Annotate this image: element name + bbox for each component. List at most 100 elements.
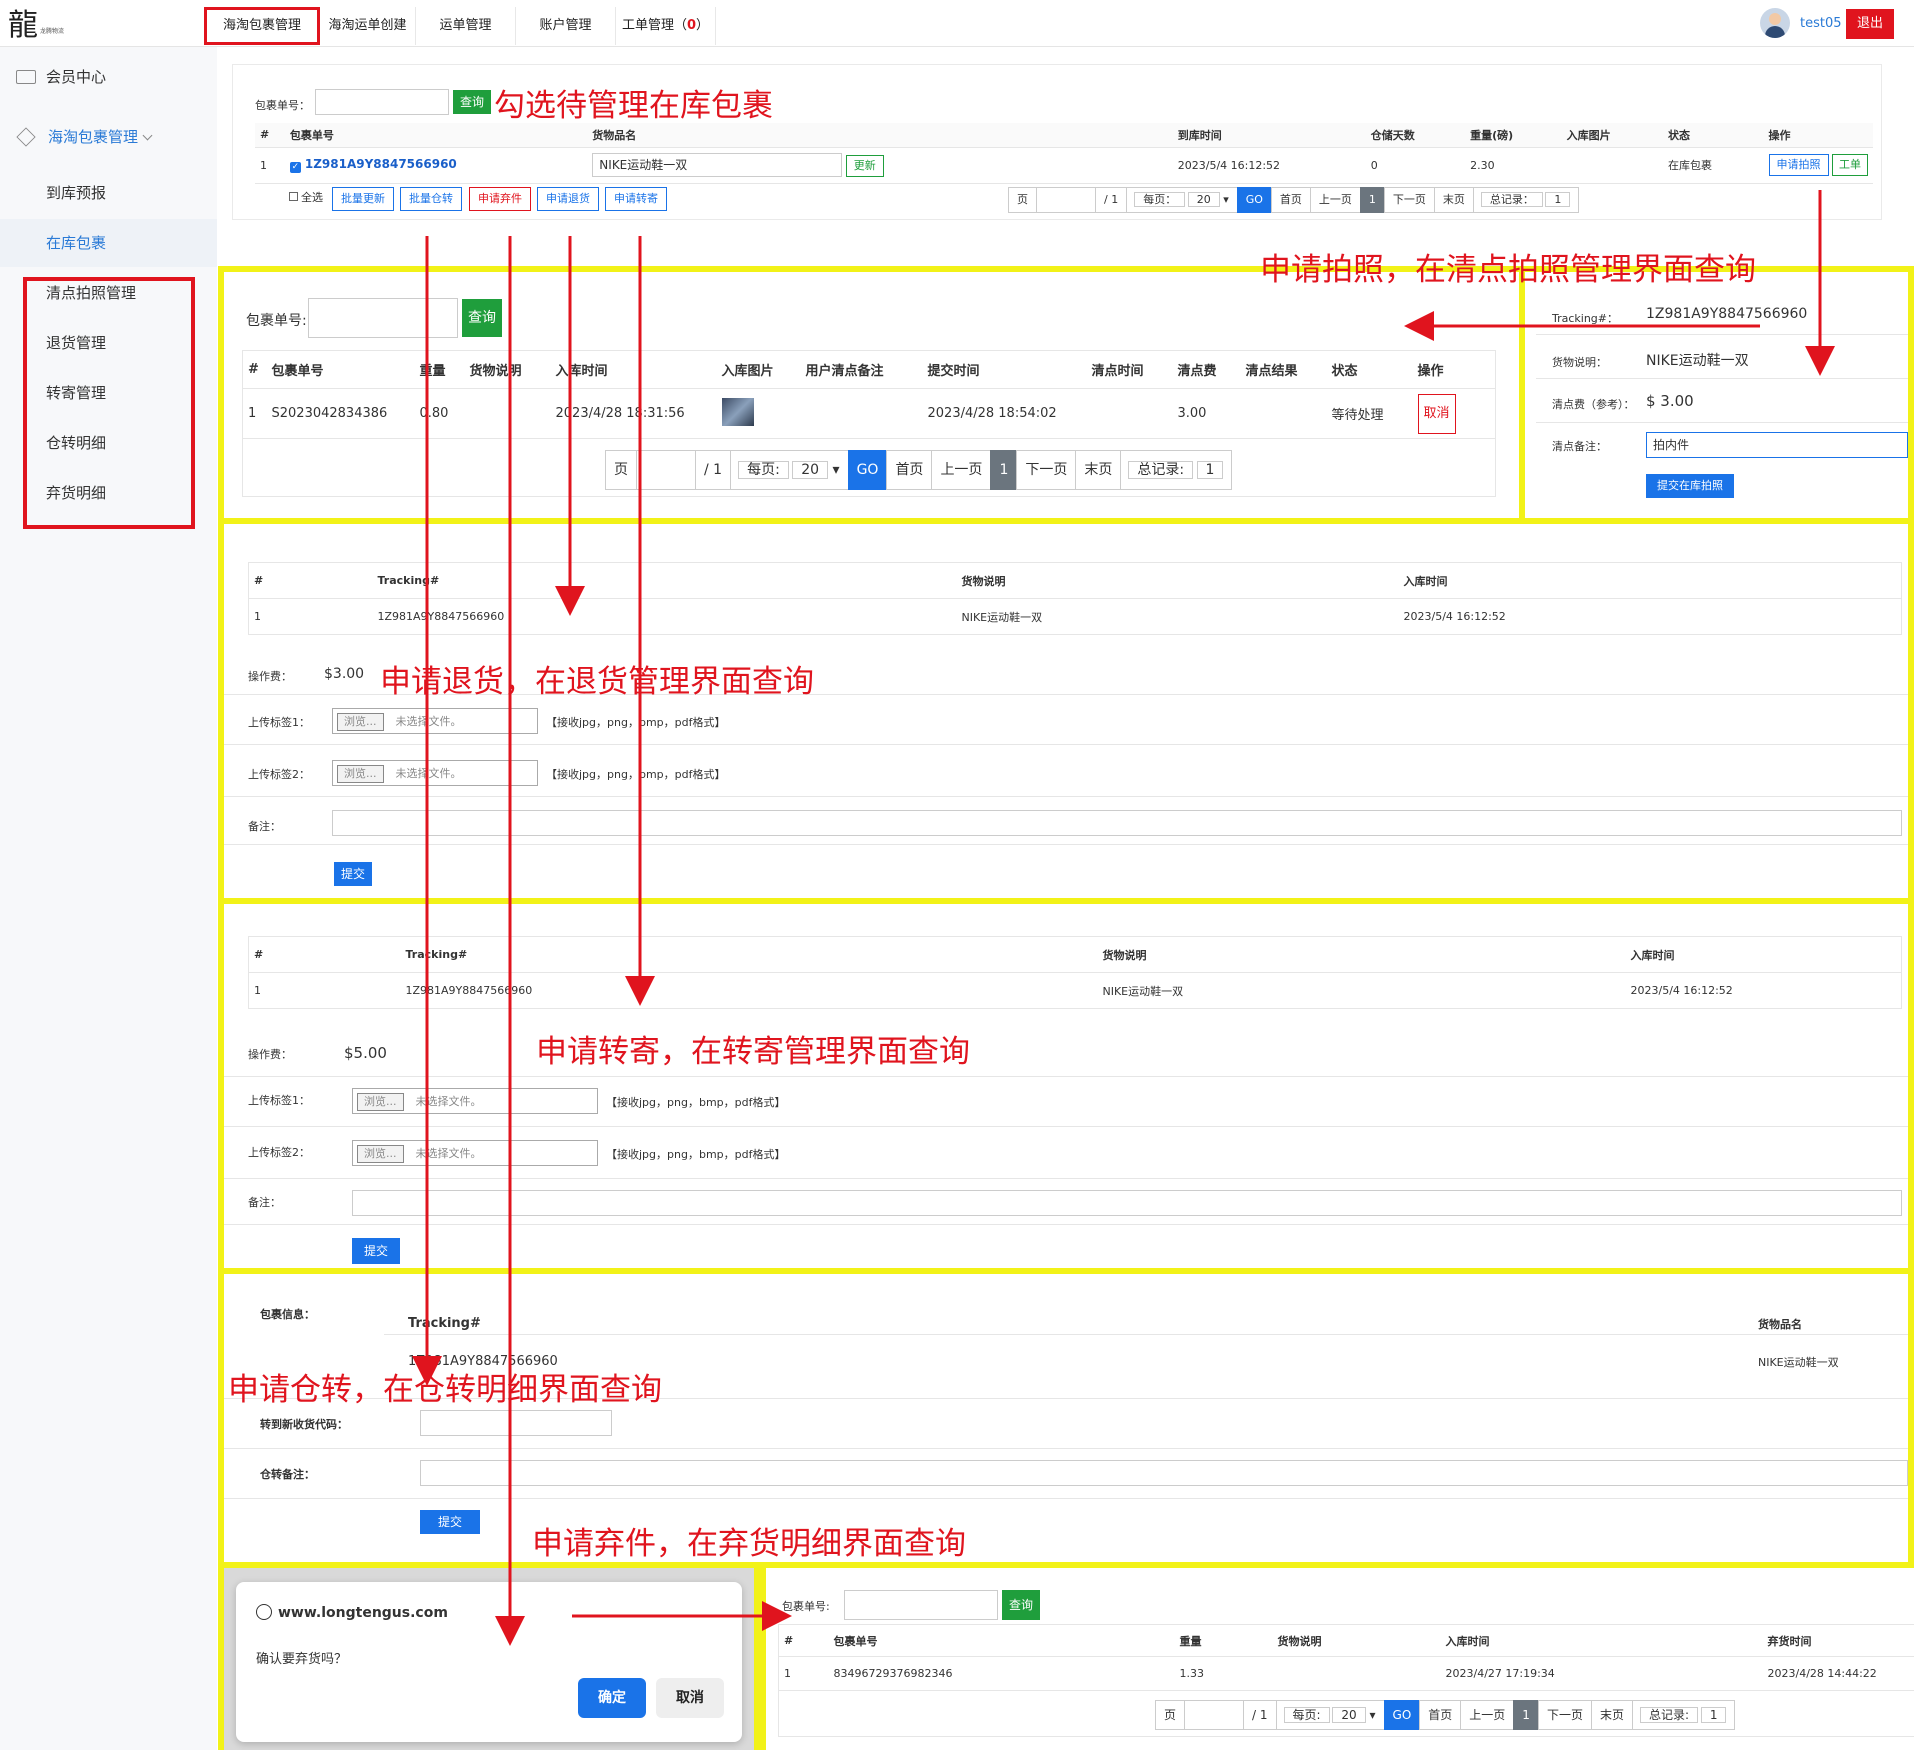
- sidebar-item-forward-mgmt[interactable]: 转寄管理: [0, 369, 150, 417]
- photo-search-button[interactable]: 查询: [462, 299, 502, 337]
- photo-pager-first[interactable]: 首页: [886, 450, 933, 490]
- photo-note-input[interactable]: 拍内件: [1646, 432, 1908, 458]
- update-button[interactable]: 更新: [845, 155, 884, 177]
- pager-prev[interactable]: 上一页: [1309, 187, 1361, 213]
- ticket-button[interactable]: 工单: [1832, 154, 1868, 176]
- batch-update-button[interactable]: 批量更新: [332, 187, 394, 211]
- sidebar-item-in-stock[interactable]: 在库包裹: [0, 219, 217, 267]
- photo-pager-input[interactable]: [636, 450, 696, 490]
- return-submit-button[interactable]: 提交: [334, 862, 372, 886]
- photo-pager-of: / 1: [695, 450, 732, 490]
- pager-per-page[interactable]: 每页： 20 ▾: [1126, 187, 1238, 213]
- form-divider: [224, 796, 1908, 797]
- pager-page-input[interactable]: [1036, 187, 1096, 213]
- cell-index: 1: [255, 147, 285, 184]
- transfer-note-input[interactable]: [420, 1460, 1908, 1486]
- photo-pager-next[interactable]: 下一页: [1016, 450, 1077, 490]
- tab-waybill-mgmt[interactable]: 运单管理: [416, 7, 516, 45]
- return-fee-value: $3.00: [324, 666, 365, 682]
- photo-pager-go[interactable]: GO: [847, 450, 888, 490]
- sidebar-item-member-center[interactable]: 会员中心: [0, 53, 217, 101]
- abandon-pager-go[interactable]: GO: [1383, 1700, 1421, 1730]
- sidebar-item-return-mgmt[interactable]: 退货管理: [0, 319, 150, 367]
- tab-ticket-mgmt[interactable]: 工单管理（0）: [616, 7, 716, 45]
- abandon-pager-per-page[interactable]: 每页: 20 ▾: [1275, 1700, 1385, 1730]
- select-all-label: 全选: [301, 191, 323, 204]
- abandon-pager-current[interactable]: 1: [1513, 1700, 1539, 1730]
- return-cell-time: 2023/5/4 16:12:52: [1398, 598, 1902, 635]
- abandon-pager-last[interactable]: 末页: [1590, 1700, 1633, 1730]
- pager-per-value: 20: [1187, 192, 1220, 207]
- photo-search-input[interactable]: [308, 298, 458, 338]
- select-all-checkbox[interactable]: [289, 192, 298, 201]
- forward-file-input-2[interactable]: 浏览... 未选择文件。: [352, 1140, 598, 1166]
- search-button[interactable]: 查询: [453, 90, 491, 114]
- svg-text:龍: 龍: [8, 8, 38, 43]
- sidebar-item-transfer-detail[interactable]: 仓转明细: [0, 419, 150, 467]
- abandon-search-button[interactable]: 查询: [1002, 1590, 1040, 1620]
- forward-browse-1[interactable]: 浏览...: [357, 1093, 404, 1111]
- dialog-ok-button[interactable]: 确定: [578, 1678, 646, 1718]
- photo-pager-per-page[interactable]: 每页: 20 ▾: [730, 450, 849, 490]
- abandon-pager-input[interactable]: [1184, 1700, 1245, 1730]
- photo-pager-prev[interactable]: 上一页: [931, 450, 992, 490]
- parcel-thumbnail[interactable]: [721, 397, 754, 426]
- abandon-search-input[interactable]: [844, 1590, 998, 1620]
- dialog-cancel-button[interactable]: 取消: [656, 1678, 724, 1718]
- annotation-transfer: 申请仓转，在仓转明细界面查询: [228, 1372, 662, 1408]
- forward-browse-2[interactable]: 浏览...: [357, 1145, 404, 1163]
- sidebar-item-abandon-detail[interactable]: 弃货明细: [0, 469, 150, 517]
- logout-button[interactable]: 退出: [1846, 9, 1894, 39]
- apply-photo-button[interactable]: 申请拍照: [1768, 154, 1829, 176]
- row-checkbox[interactable]: ✓: [289, 162, 301, 173]
- apply-abandon-button[interactable]: 申请弃件: [469, 187, 531, 211]
- return-browse-1[interactable]: 浏览...: [337, 713, 384, 731]
- user-avatar[interactable]: [1760, 8, 1790, 38]
- select-all[interactable]: 全选: [289, 189, 323, 205]
- pager-go-button[interactable]: GO: [1236, 187, 1272, 213]
- forward-note-input[interactable]: [352, 1190, 1902, 1216]
- cancel-photo-button[interactable]: 取消: [1417, 393, 1456, 434]
- photo-pager-current[interactable]: 1: [990, 450, 1018, 490]
- submit-photo-button[interactable]: 提交在库拍照: [1646, 474, 1734, 498]
- return-col-tracking: Tracking#: [372, 562, 957, 599]
- return-note-input[interactable]: [332, 810, 1902, 836]
- pager-last[interactable]: 末页: [1433, 187, 1474, 213]
- forward-submit-button[interactable]: 提交: [352, 1238, 400, 1264]
- abandon-pager-next[interactable]: 下一页: [1537, 1700, 1592, 1730]
- search-input[interactable]: [315, 89, 449, 115]
- return-file-input-1[interactable]: 浏览... 未选择文件。: [332, 708, 538, 734]
- return-fee-label: 操作费：: [248, 670, 292, 683]
- transfer-code-input[interactable]: [420, 1410, 612, 1436]
- forward-file-input-1[interactable]: 浏览... 未选择文件。: [352, 1088, 598, 1114]
- goods-name-input[interactable]: NIKE运动鞋一双: [592, 153, 843, 177]
- return-file-input-2[interactable]: 浏览... 未选择文件。: [332, 760, 538, 786]
- transfer-submit-button[interactable]: 提交: [420, 1510, 480, 1534]
- abandon-col-in-time: 入库时间: [1440, 1624, 1763, 1657]
- col-tracking: 包裹单号: [284, 123, 588, 148]
- forward-table-row: 1 1Z981A9Y8847566960 NIKE运动鞋一双 2023/5/4 …: [248, 972, 1902, 1009]
- tab-ticket-suffix: ）: [696, 18, 710, 33]
- tab-create-waybill[interactable]: 海淘运单创建: [320, 7, 416, 45]
- sidebar-item-photo-mgmt[interactable]: 清点拍照管理: [0, 269, 150, 317]
- apply-forward-button[interactable]: 申请转寄: [605, 187, 667, 211]
- return-browse-2[interactable]: 浏览...: [337, 765, 384, 783]
- abandon-pager-first[interactable]: 首页: [1419, 1700, 1462, 1730]
- photo-fee-value: $ 3.00: [1646, 392, 1694, 410]
- photo-pager-last[interactable]: 末页: [1075, 450, 1122, 490]
- abandon-pager-prev[interactable]: 上一页: [1460, 1700, 1515, 1730]
- photo-col-tracking: 包裹单号: [266, 350, 415, 389]
- photo-col-note: 用户清点备注: [800, 350, 923, 389]
- photo-table-row: 1 S2023042834386 0.80 2023/4/28 18:31:56…: [242, 388, 1496, 439]
- pager-per-label: 每页：: [1134, 192, 1186, 207]
- pager-first[interactable]: 首页: [1270, 187, 1311, 213]
- batch-transfer-button[interactable]: 批量仓转: [400, 187, 462, 211]
- tab-account-mgmt[interactable]: 账户管理: [516, 7, 616, 45]
- apply-return-button[interactable]: 申请退货: [537, 187, 599, 211]
- pager-current[interactable]: 1: [1359, 187, 1385, 213]
- sidebar-item-parcel-mgmt[interactable]: 海淘包裹管理: [0, 113, 217, 161]
- pager-next[interactable]: 下一页: [1383, 187, 1435, 213]
- tab-overseas-parcel-mgmt[interactable]: 海淘包裹管理: [204, 7, 320, 45]
- sidebar-item-arrival-forecast[interactable]: 到库预报: [0, 169, 217, 217]
- username-link[interactable]: test05: [1800, 16, 1842, 31]
